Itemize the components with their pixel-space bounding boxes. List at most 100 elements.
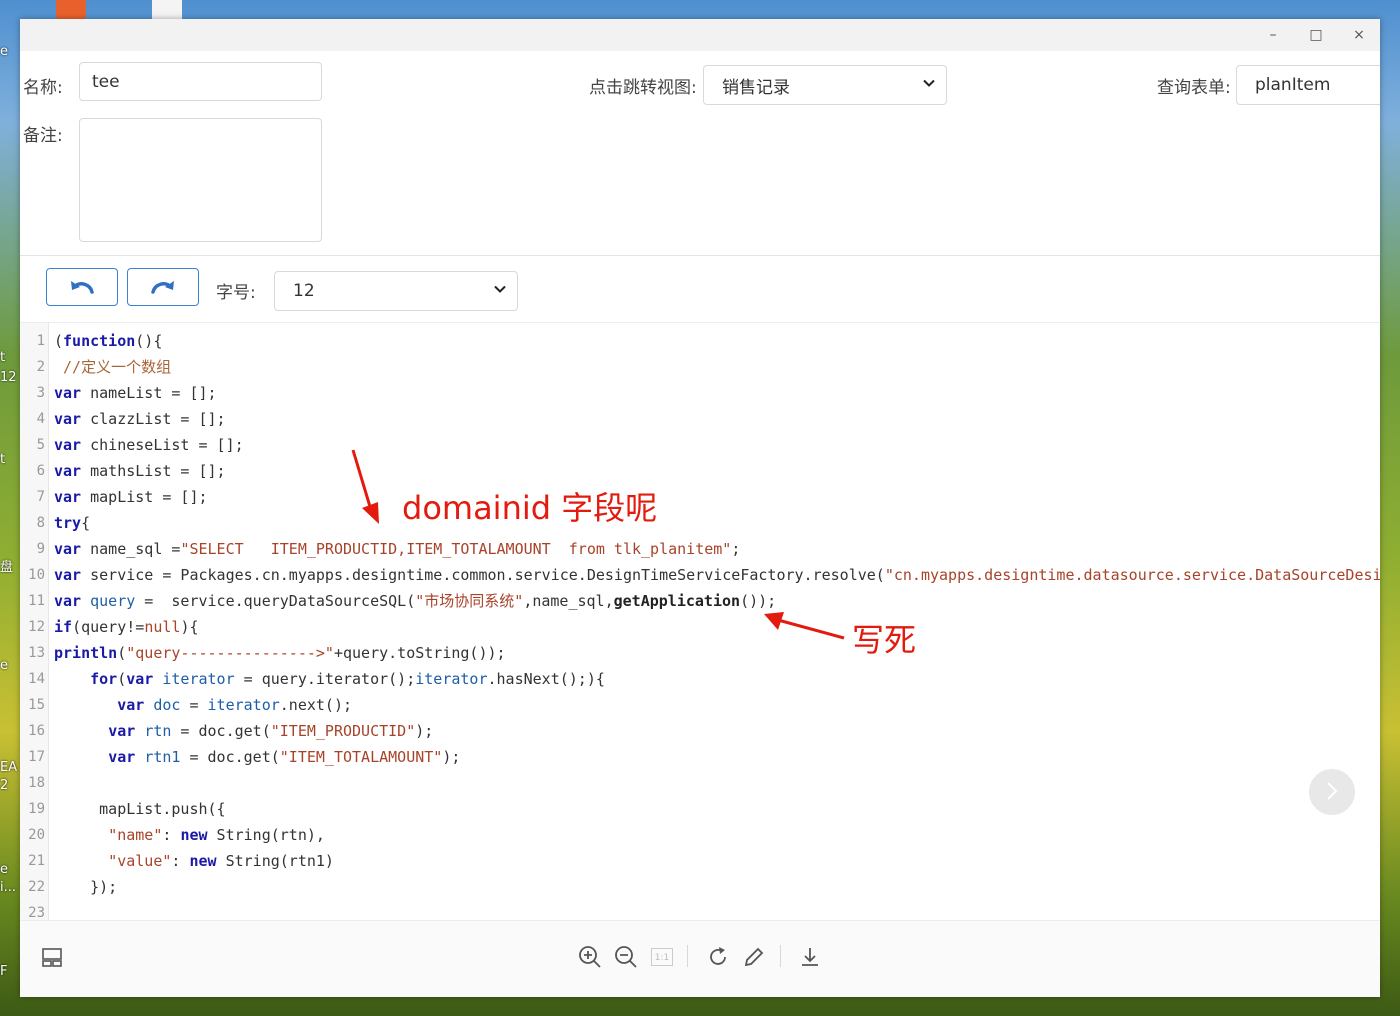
jump-view-label: 点击跳转视图:: [589, 78, 697, 98]
desktop-text: t: [0, 452, 6, 467]
line-number: 8: [36, 515, 45, 531]
annotation-hardcoded: 写死: [852, 621, 917, 659]
query-form-select[interactable]: planItem: [1236, 65, 1380, 105]
close-button[interactable]: ×: [1345, 25, 1373, 45]
code-line: var service = Packages.cn.myapps.designt…: [54, 566, 1380, 584]
layout-icon: [42, 948, 62, 967]
line-number: 9: [36, 541, 45, 557]
next-arrow-button[interactable]: [1309, 769, 1355, 815]
edit-button[interactable]: [740, 943, 768, 971]
chevron-down-icon: [493, 284, 507, 299]
line-number: 14: [28, 671, 45, 687]
line-number: 12: [28, 619, 45, 635]
maximize-button[interactable]: □: [1302, 25, 1330, 45]
download-button[interactable]: [796, 943, 824, 971]
undo-button[interactable]: [46, 268, 118, 306]
line-number: 10: [28, 567, 45, 583]
bottom-toolbar: 1:1: [20, 920, 1380, 997]
actual-size-icon: 1:1: [651, 948, 673, 966]
line-number: 3: [36, 385, 45, 401]
desktop-text: e: [0, 658, 8, 673]
font-size-label: 字号:: [216, 283, 256, 303]
line-number: 23: [28, 905, 45, 921]
line-number: 21: [28, 853, 45, 869]
jump-view-select[interactable]: 销售记录: [703, 65, 947, 105]
name-label: 名称:: [23, 78, 63, 98]
editor-toolbar: 字号: 12: [20, 256, 1380, 323]
code-line: "value": new String(rtn1): [108, 852, 334, 870]
line-number: 1: [36, 333, 45, 349]
desktop-text: t: [0, 350, 6, 365]
desktop-text: i...: [0, 880, 17, 895]
undo-icon: [71, 281, 94, 294]
pencil-icon: [744, 947, 764, 967]
annotation-arrow-down: [351, 449, 379, 524]
line-number: 19: [28, 801, 45, 817]
zoom-out-button[interactable]: [612, 943, 640, 971]
annotation-arrow-left: [764, 612, 845, 640]
remark-label: 备注:: [23, 126, 63, 146]
desktop-icon-ppt[interactable]: [56, 0, 86, 20]
actual-size-button[interactable]: 1:1: [648, 943, 676, 971]
code-line: if(query!=null){: [54, 618, 199, 636]
redo-icon: [151, 281, 174, 294]
annotation-domainid: domainid 字段呢: [402, 489, 658, 527]
code-line: try{: [54, 514, 91, 532]
desktop-text: 盘: [0, 560, 14, 575]
redo-button[interactable]: [127, 268, 199, 306]
remark-textarea[interactable]: [79, 118, 322, 242]
line-number: 16: [28, 723, 45, 739]
desktop-text: 12: [0, 370, 17, 385]
code-line: var clazzList = [];: [54, 410, 226, 428]
zoom-out-icon: [615, 946, 637, 968]
download-icon: [802, 948, 818, 966]
line-number: 17: [28, 749, 45, 765]
line-number: 22: [28, 879, 45, 895]
jump-view-value: 销售记录: [722, 77, 790, 98]
code-line: var rtn1 = doc.get("ITEM_TOTALAMOUNT");: [108, 748, 461, 766]
font-size-select[interactable]: 12: [274, 271, 518, 311]
rotate-icon: [710, 947, 726, 965]
title-bar: – □ ×: [20, 19, 1380, 51]
line-number: 18: [28, 775, 45, 791]
script-editor-window: – □ × 名称: tee 备注: 点击跳转视图: 销售记录 查询表单: pla…: [20, 19, 1380, 997]
code-line: var rtn = doc.get("ITEM_PRODUCTID");: [108, 722, 434, 740]
code-line: var chineseList = [];: [54, 436, 244, 454]
desktop-text: e: [0, 44, 8, 59]
desktop-text: F: [0, 964, 8, 979]
line-number: 5: [36, 437, 45, 453]
code-line: "name": new String(rtn),: [108, 826, 325, 844]
minimize-button[interactable]: –: [1259, 25, 1287, 45]
code-line: });: [54, 878, 118, 896]
code-line: var name_sql ="SELECT ITEM_PRODUCTID,ITE…: [54, 540, 741, 558]
line-number: 2: [36, 359, 45, 375]
zoom-in-icon: [579, 946, 601, 968]
line-number: 20: [28, 827, 45, 843]
code-line: var mathsList = [];: [54, 462, 226, 480]
line-number: 4: [36, 411, 45, 427]
code-line: (function(){: [54, 332, 163, 350]
chevron-down-icon: [922, 78, 936, 93]
font-size-value: 12: [293, 281, 315, 301]
code-line: var nameList = [];: [54, 384, 217, 402]
code-line: mapList.push({: [54, 800, 226, 818]
code-line: var doc = iterator.next();: [117, 696, 353, 714]
query-form-label: 查询表单:: [1157, 78, 1231, 98]
code-line: for(var iterator = query.iterator();iter…: [90, 670, 605, 688]
line-number: 7: [36, 489, 45, 505]
toolbar-divider: [687, 945, 688, 967]
code-editor[interactable]: 1 (function(){ 2 //定义一个数组 3 var nameList =…: [20, 323, 1380, 921]
layout-button[interactable]: [38, 943, 66, 971]
line-number: 11: [28, 593, 45, 609]
code-line: var query = service.queryDataSourceSQL("…: [54, 592, 777, 610]
chevron-right-icon: [1327, 782, 1338, 800]
line-number: 15: [28, 697, 45, 713]
zoom-in-button[interactable]: [576, 943, 604, 971]
properties-form: 名称: tee 备注: 点击跳转视图: 销售记录 查询表单: planItem: [20, 51, 1380, 256]
desktop-text: EA: [0, 760, 18, 775]
toolbar-divider: [780, 945, 781, 967]
line-number: 13: [28, 645, 45, 661]
code-line: println("query--------------->"+query.to…: [54, 644, 506, 662]
rotate-button[interactable]: [704, 943, 732, 971]
name-input[interactable]: tee: [79, 62, 322, 101]
